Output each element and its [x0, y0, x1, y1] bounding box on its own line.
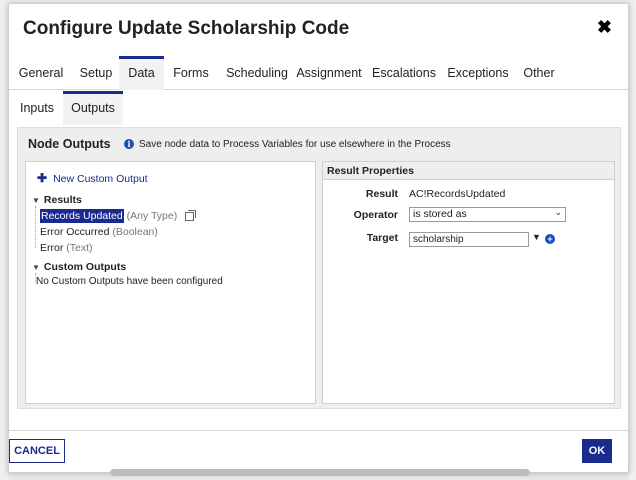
collapse-arrow-icon[interactable]: ▼: [32, 196, 40, 205]
subtab-inputs[interactable]: Inputs: [14, 91, 60, 125]
tab-setup[interactable]: Setup: [71, 56, 121, 90]
result-type: (Text): [66, 242, 93, 254]
operator-value: is stored as: [413, 208, 467, 220]
horizontal-scrollbar[interactable]: [110, 469, 530, 476]
result-item-error[interactable]: Error (Text): [40, 242, 93, 254]
info-icon: i: [124, 139, 134, 149]
tree-connector: [35, 206, 36, 248]
result-name: Error Occurred: [40, 226, 110, 238]
chevron-down-icon: ⌄: [554, 207, 562, 217]
dialog-footer: [9, 430, 628, 472]
result-name: Records Updated: [40, 209, 124, 223]
cancel-button[interactable]: CANCEL: [9, 439, 65, 463]
tab-general[interactable]: General: [13, 56, 69, 90]
result-properties-panel: Result Properties Result AC!RecordsUpdat…: [322, 161, 615, 404]
operator-label: Operator: [353, 209, 398, 221]
tab-exceptions[interactable]: Exceptions: [444, 56, 512, 90]
background-page-right: [628, 0, 636, 480]
custom-outputs-header: Custom Outputs: [43, 261, 127, 273]
results-header: Results: [43, 194, 82, 206]
result-value: AC!RecordsUpdated: [409, 188, 506, 200]
tab-other[interactable]: Other: [516, 56, 562, 90]
new-custom-output-label: New Custom Output: [53, 173, 148, 185]
tab-scheduling[interactable]: Scheduling: [218, 56, 296, 90]
add-target-icon[interactable]: +: [545, 234, 555, 244]
tab-bar: General Setup Data Forms Scheduling Assi…: [9, 56, 628, 90]
subtab-bar: Inputs Outputs: [9, 91, 628, 125]
tab-forms[interactable]: Forms: [166, 56, 216, 90]
collapse-arrow-icon[interactable]: ▼: [32, 263, 40, 272]
subtab-outputs[interactable]: Outputs: [63, 91, 123, 125]
node-outputs-info: Save node data to Process Variables for …: [139, 139, 451, 150]
dialog-header: Configure Update Scholarship Code ✖: [9, 4, 628, 50]
tab-data[interactable]: Data: [119, 56, 164, 90]
tab-assignment[interactable]: Assignment: [294, 56, 364, 90]
result-type: (Boolean): [112, 226, 158, 238]
node-outputs-section: Node Outputs i Save node data to Process…: [17, 127, 621, 409]
background-page-left: [0, 0, 8, 480]
result-properties-header: Result Properties: [323, 162, 614, 180]
result-label: Result: [365, 188, 398, 200]
copy-icon[interactable]: [185, 209, 197, 221]
new-custom-output-link[interactable]: ✚ New Custom Output: [37, 171, 148, 185]
close-icon[interactable]: ✖: [597, 18, 612, 36]
result-type: (Any Type): [126, 210, 178, 222]
tab-escalations[interactable]: Escalations: [369, 56, 439, 90]
node-outputs-title: Node Outputs: [28, 137, 111, 151]
target-label: Target: [366, 232, 398, 244]
result-item-records-updated[interactable]: Records Updated (Any Type): [40, 209, 197, 223]
result-name: Error: [40, 242, 64, 254]
operator-select[interactable]: is stored as ⌄: [409, 207, 566, 222]
results-group[interactable]: ▼ Results: [32, 194, 82, 206]
ok-button[interactable]: OK: [582, 439, 612, 463]
result-item-error-occurred[interactable]: Error Occurred (Boolean): [40, 226, 158, 238]
configure-dialog: Configure Update Scholarship Code ✖ Gene…: [8, 3, 629, 473]
plus-icon: ✚: [37, 171, 48, 185]
outputs-tree-panel: ✚ New Custom Output ▼ Results Records Upda…: [25, 161, 316, 404]
custom-outputs-group[interactable]: ▼ Custom Outputs: [32, 261, 126, 273]
target-input[interactable]: [409, 232, 529, 247]
dialog-title: Configure Update Scholarship Code: [23, 18, 350, 39]
target-dropdown-arrow-icon[interactable]: ▼: [532, 232, 541, 242]
custom-outputs-empty-message: No Custom Outputs have been configured: [36, 276, 223, 287]
